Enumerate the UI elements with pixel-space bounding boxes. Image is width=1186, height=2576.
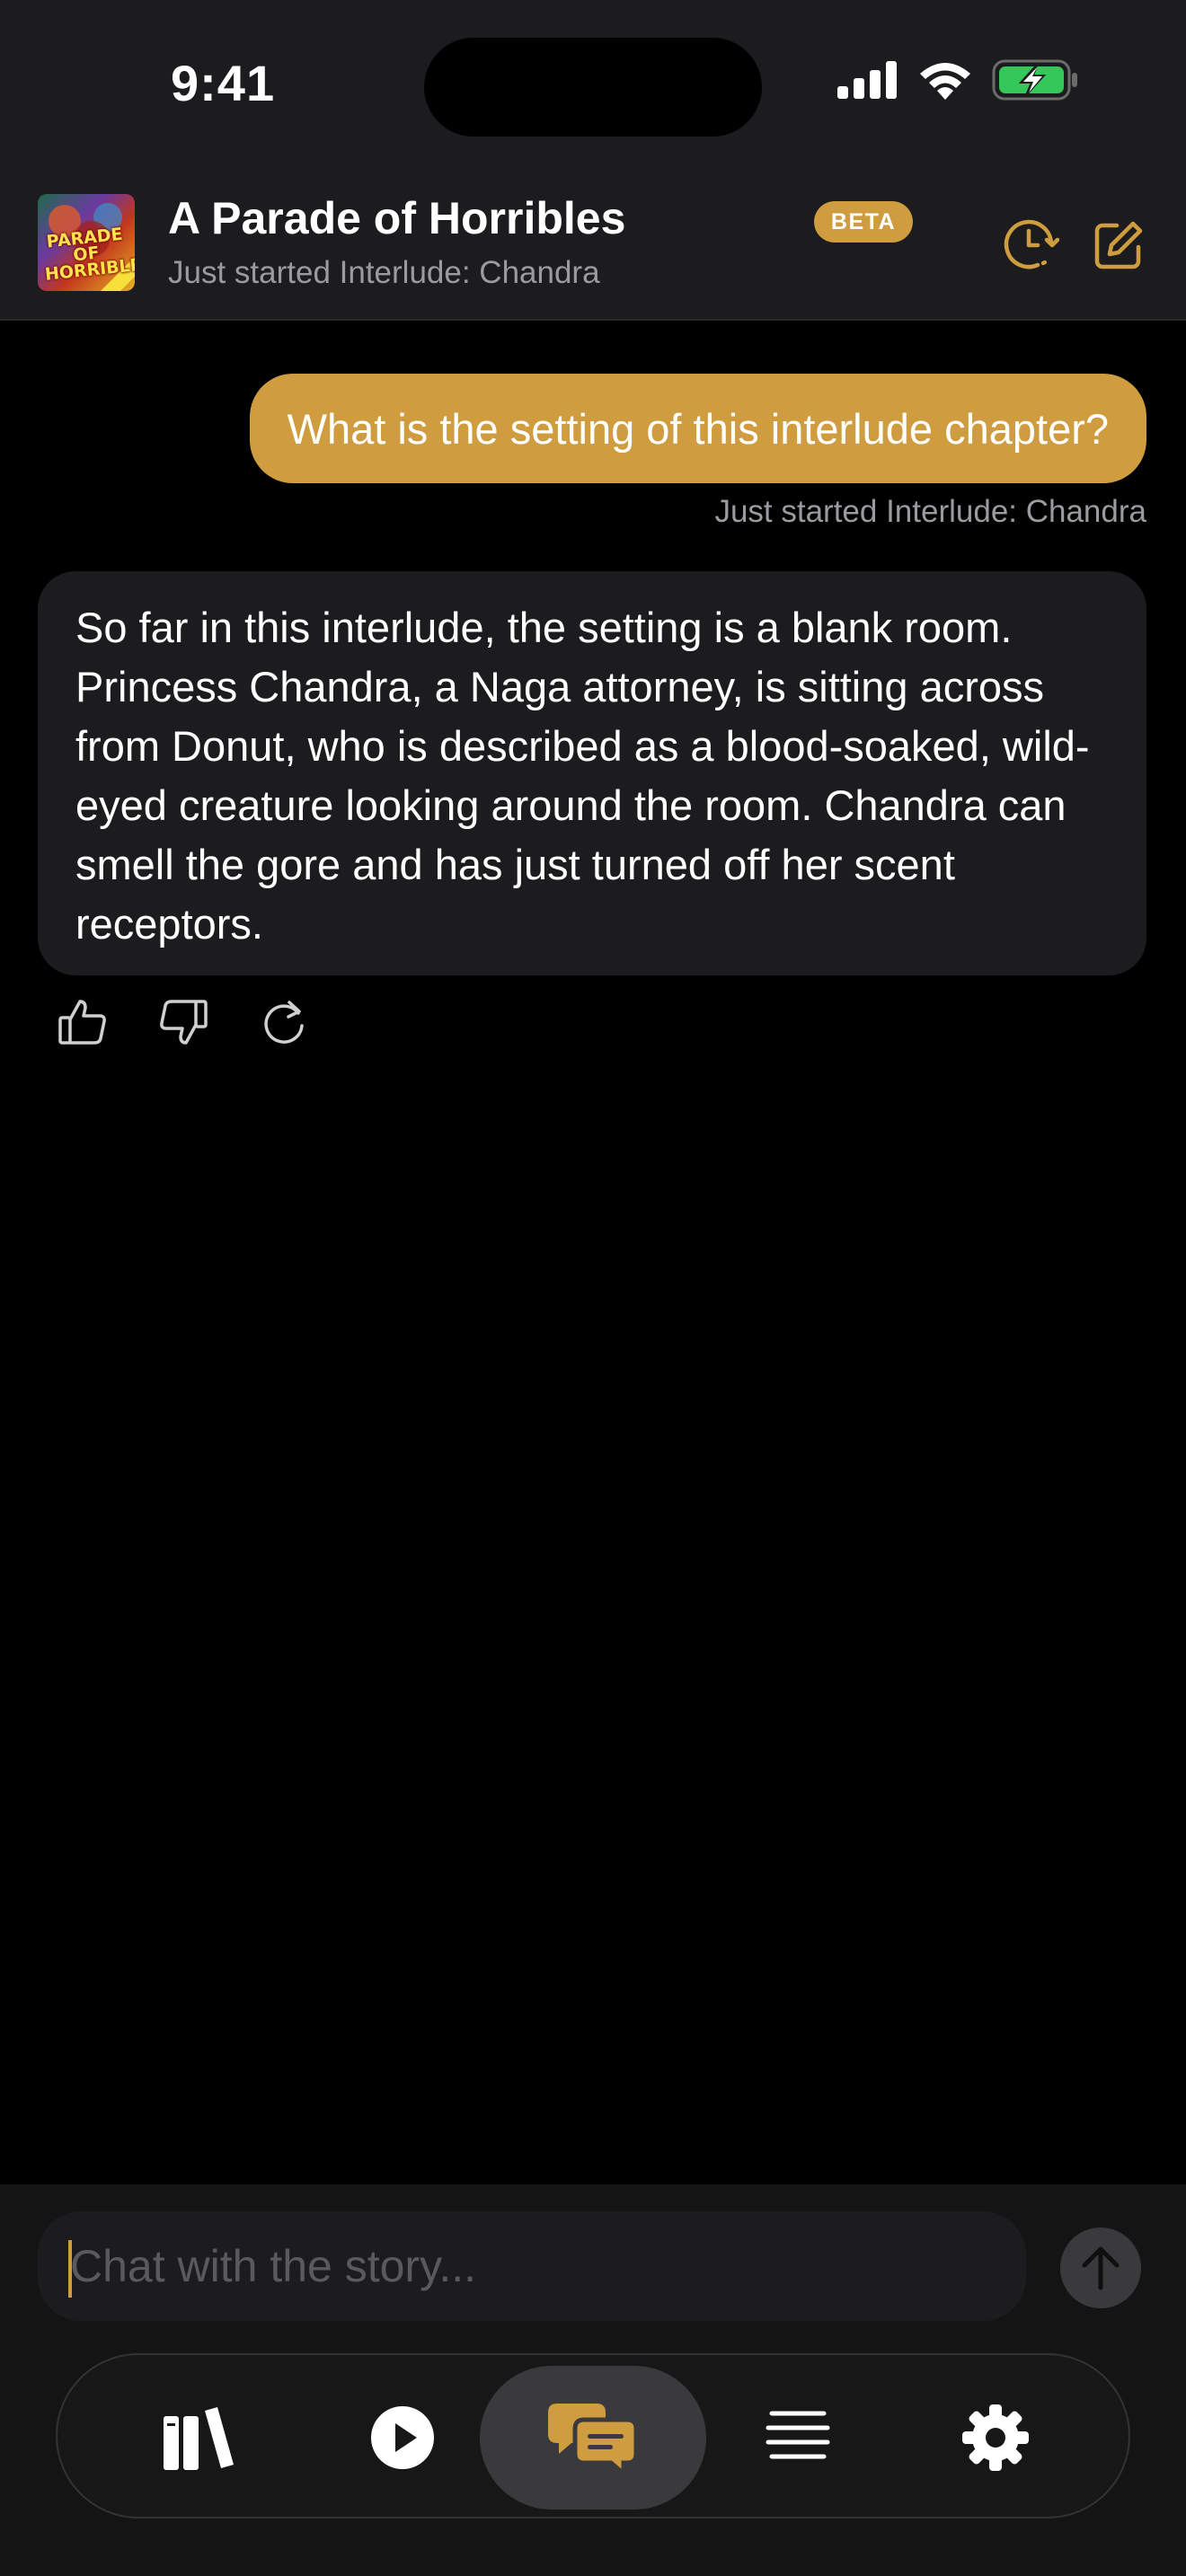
book-cover[interactable]: PARADE OF HORRIBLES — [38, 194, 135, 291]
book-title: A Parade of Horribles — [168, 193, 626, 243]
new-chat-button[interactable] — [1087, 214, 1150, 277]
dynamic-island — [424, 38, 762, 137]
history-icon — [1004, 219, 1059, 269]
assistant-message-bubble: So far in this interlude, the setting is… — [38, 571, 1146, 975]
tab-bar — [56, 2353, 1130, 2519]
compose-icon — [1094, 221, 1143, 269]
tab-transcript[interactable] — [685, 2366, 911, 2510]
chat-input[interactable] — [38, 2211, 1026, 2321]
chat-icon — [548, 2404, 639, 2475]
text-caret — [68, 2240, 72, 2298]
play-icon — [371, 2406, 434, 2469]
tab-chat[interactable] — [480, 2366, 706, 2510]
arrow-up-icon — [1082, 2246, 1120, 2290]
book-progress-subtitle: Just started Interlude: Chandra — [168, 255, 600, 290]
library-icon — [164, 2407, 234, 2470]
history-button[interactable] — [999, 214, 1062, 277]
cellular-icon — [837, 61, 897, 99]
regenerate-icon — [264, 1001, 304, 1044]
wifi-icon — [920, 63, 970, 100]
user-message-context: Just started Interlude: Chandra — [714, 494, 1146, 529]
screen: 9:41 PARADE OF HORRIBLES A Parade of Hor… — [0, 0, 1186, 2576]
regenerate-button[interactable] — [252, 990, 316, 1054]
beta-badge: BETA — [814, 201, 913, 243]
text-lines-icon — [766, 2411, 830, 2459]
status-icons — [836, 59, 1078, 101]
thumbs-up-icon — [58, 1000, 106, 1045]
user-message-bubble: What is the setting of this interlude ch… — [249, 374, 1146, 483]
user-message-text: What is the setting of this interlude ch… — [287, 404, 1109, 453]
thumbs-down-button[interactable] — [151, 990, 216, 1054]
header-divider — [0, 319, 1186, 321]
tab-settings[interactable] — [882, 2366, 1109, 2510]
battery-charging-icon — [992, 59, 1077, 101]
settings-gear-icon — [962, 2404, 1029, 2471]
tab-library[interactable] — [84, 2366, 311, 2510]
send-button[interactable] — [1060, 2228, 1141, 2308]
cover-title-text: PARADE OF HORRIBLES — [43, 224, 135, 285]
thumbs-down-icon — [160, 1000, 208, 1045]
status-time: 9:41 — [171, 55, 276, 111]
message-actions — [50, 990, 316, 1054]
assistant-message-text: So far in this interlude, the setting is… — [75, 604, 1090, 948]
thumbs-up-button[interactable] — [50, 990, 115, 1054]
